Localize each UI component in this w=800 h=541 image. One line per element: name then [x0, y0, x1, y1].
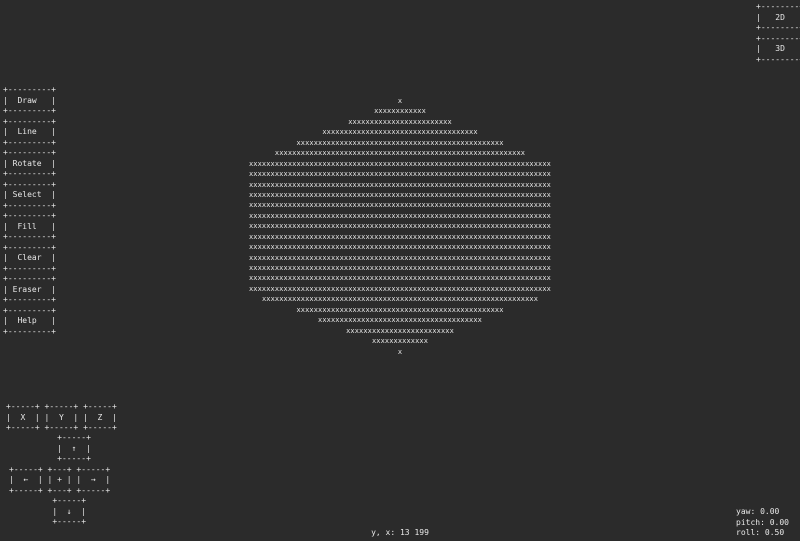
canvas-row: x [397, 97, 403, 105]
axis-buttons[interactable]: | X | | Y | | Z | [6, 413, 117, 422]
canvas-row: xxxxxxxxxxxxxxxxxxxxxxxxxxxxxxxxxxxxxxxx… [248, 190, 551, 199]
down-arrow-button[interactable]: +-----+ | ↓ | +-----+ [9, 496, 86, 526]
canvas-row: xxxxxxxxxxxxxxxxxxxxxxxxxxxxxxxxxxxxxxxx… [248, 284, 551, 293]
canvas-row: xxxxxxxxxxxxxxxxxxxxxxxxxxxxxxxxxxxxxxxx… [296, 138, 504, 147]
line-button[interactable]: +---------+ | Line | +---------+ [3, 117, 56, 147]
tool-menu: +---------+ | Draw | +---------+ +------… [3, 85, 56, 337]
canvas-row: xxxxxxxxxxxxx [371, 337, 429, 346]
left-center-right-buttons[interactable]: +-----+ +---+ +-----+ | ← | | + | | → | … [9, 465, 110, 495]
canvas-row: xxxxxxxxxxxxxxxxxxxxxxxxxxxxxxxxxxxxxxxx… [248, 232, 551, 241]
select-button[interactable]: +---------+ | Select | +---------+ [3, 180, 56, 210]
rotation-readout: yaw: 0.00 pitch: 0.00 roll: 0.50 [736, 507, 789, 539]
canvas-row: xxxxxxxxxxxxxxxxxxxxxxxx [348, 117, 452, 126]
canvas-row: xxxxxxxxxxxxxxxxxxxxxxxxxxxxxxxxxxxxxx [318, 316, 482, 325]
canvas-row: xxxxxxxxxxxxxxxxxxxxxxxxxxxxxxxxxxxxxxxx… [248, 211, 551, 220]
help-button[interactable]: +---------+ | Help | +---------+ [3, 306, 56, 336]
arrow-pad: +-----+ | ↑ | +-----+ +-----+ +---+ +---… [9, 433, 110, 528]
axis-selector[interactable]: +-----+ +-----+ +-----+ | X | | Y | | Z … [6, 402, 117, 434]
canvas-row: xxxxxxxxxxxxxxxxxxxxxxxxxxxxxxxxxxxxxxxx… [248, 274, 551, 283]
rotate-button[interactable]: +---------+ | Rotate | +---------+ [3, 148, 56, 178]
canvas-row: xxxxxxxxxxxxxxxxxxxxxxxxxxxxxxxxxxxxxxxx… [248, 170, 551, 179]
view-3d-button[interactable]: +--------+ | 3D | +--------+ [756, 34, 800, 64]
view-2d-button[interactable]: +--------+ | 2D | +--------+ [756, 2, 800, 32]
draw-button[interactable]: +---------+ | Draw | +---------+ [3, 85, 56, 115]
canvas-row: xxxxxxxxxxxxxxxxxxxxxxxxxxxxxxxxxxxxxxxx… [248, 180, 551, 189]
canvas-row: xxxxxxxxxxxxxxxxxxxxxxxxxxxxxxxxxxxxxxxx… [248, 222, 551, 231]
canvas-row: xxxxxxxxxxxxxxxxxxxxxxxxxxxxxxxxxxxxxxxx… [248, 159, 551, 168]
fill-button[interactable]: +---------+ | Fill | +---------+ [3, 211, 56, 241]
canvas-row: xxxxxxxxxxxxxxxxxxxxxxxxxxxxxxxxxxxxxxxx… [248, 253, 551, 262]
pitch-readout: pitch: 0.00 [736, 517, 789, 527]
yaw-readout: yaw: 0.00 [736, 507, 780, 516]
drawing-canvas[interactable]: x xxxxxxxxxxxx xxxxxxxxxxxxxxxxxxxxxxxx xxx… [200, 96, 600, 357]
canvas-row: xxxxxxxxxxxxxxxxxxxxxxxxxxxxxxxxxxxxxxxx… [248, 264, 551, 272]
eraser-button[interactable]: +---------+ | Eraser | +---------+ [3, 274, 56, 304]
canvas-row: xxxxxxxxxxxxxxxxxxxxxxxxxxxxxxxxxxxxxxxx… [296, 305, 504, 314]
up-arrow-button[interactable]: +-----+ | ↑ | +-----+ [9, 433, 91, 463]
canvas-row: xxxxxxxxxxxxxxxxxxxxxxxxx [346, 326, 454, 335]
canvas-row: xxxxxxxxxxxxxxxxxxxxxxxxxxxxxxxxxxxxxxxx… [261, 295, 539, 304]
cursor-position-status: y, x: 13 199 [371, 528, 429, 537]
canvas-row: xxxxxxxxxxxxxxxxxxxxxxxxxxxxxxxxxxxx [322, 128, 478, 137]
canvas-row: xxxxxxxxxxxxxxxxxxxxxxxxxxxxxxxxxxxxxxxx… [248, 243, 551, 252]
canvas-row: x [397, 347, 403, 356]
canvas-row: xxxxxxxxxxxx [374, 107, 426, 116]
canvas-row: xxxxxxxxxxxxxxxxxxxxxxxxxxxxxxxxxxxxxxxx… [248, 201, 551, 210]
clear-button[interactable]: +---------+ | Clear | +---------+ [3, 243, 56, 273]
canvas-row: xxxxxxxxxxxxxxxxxxxxxxxxxxxxxxxxxxxxxxxx… [274, 149, 526, 158]
view-mode-menu: +--------+ | 2D | +--------+ +--------+ … [756, 2, 800, 65]
roll-readout: roll: 0.50 [736, 528, 785, 537]
